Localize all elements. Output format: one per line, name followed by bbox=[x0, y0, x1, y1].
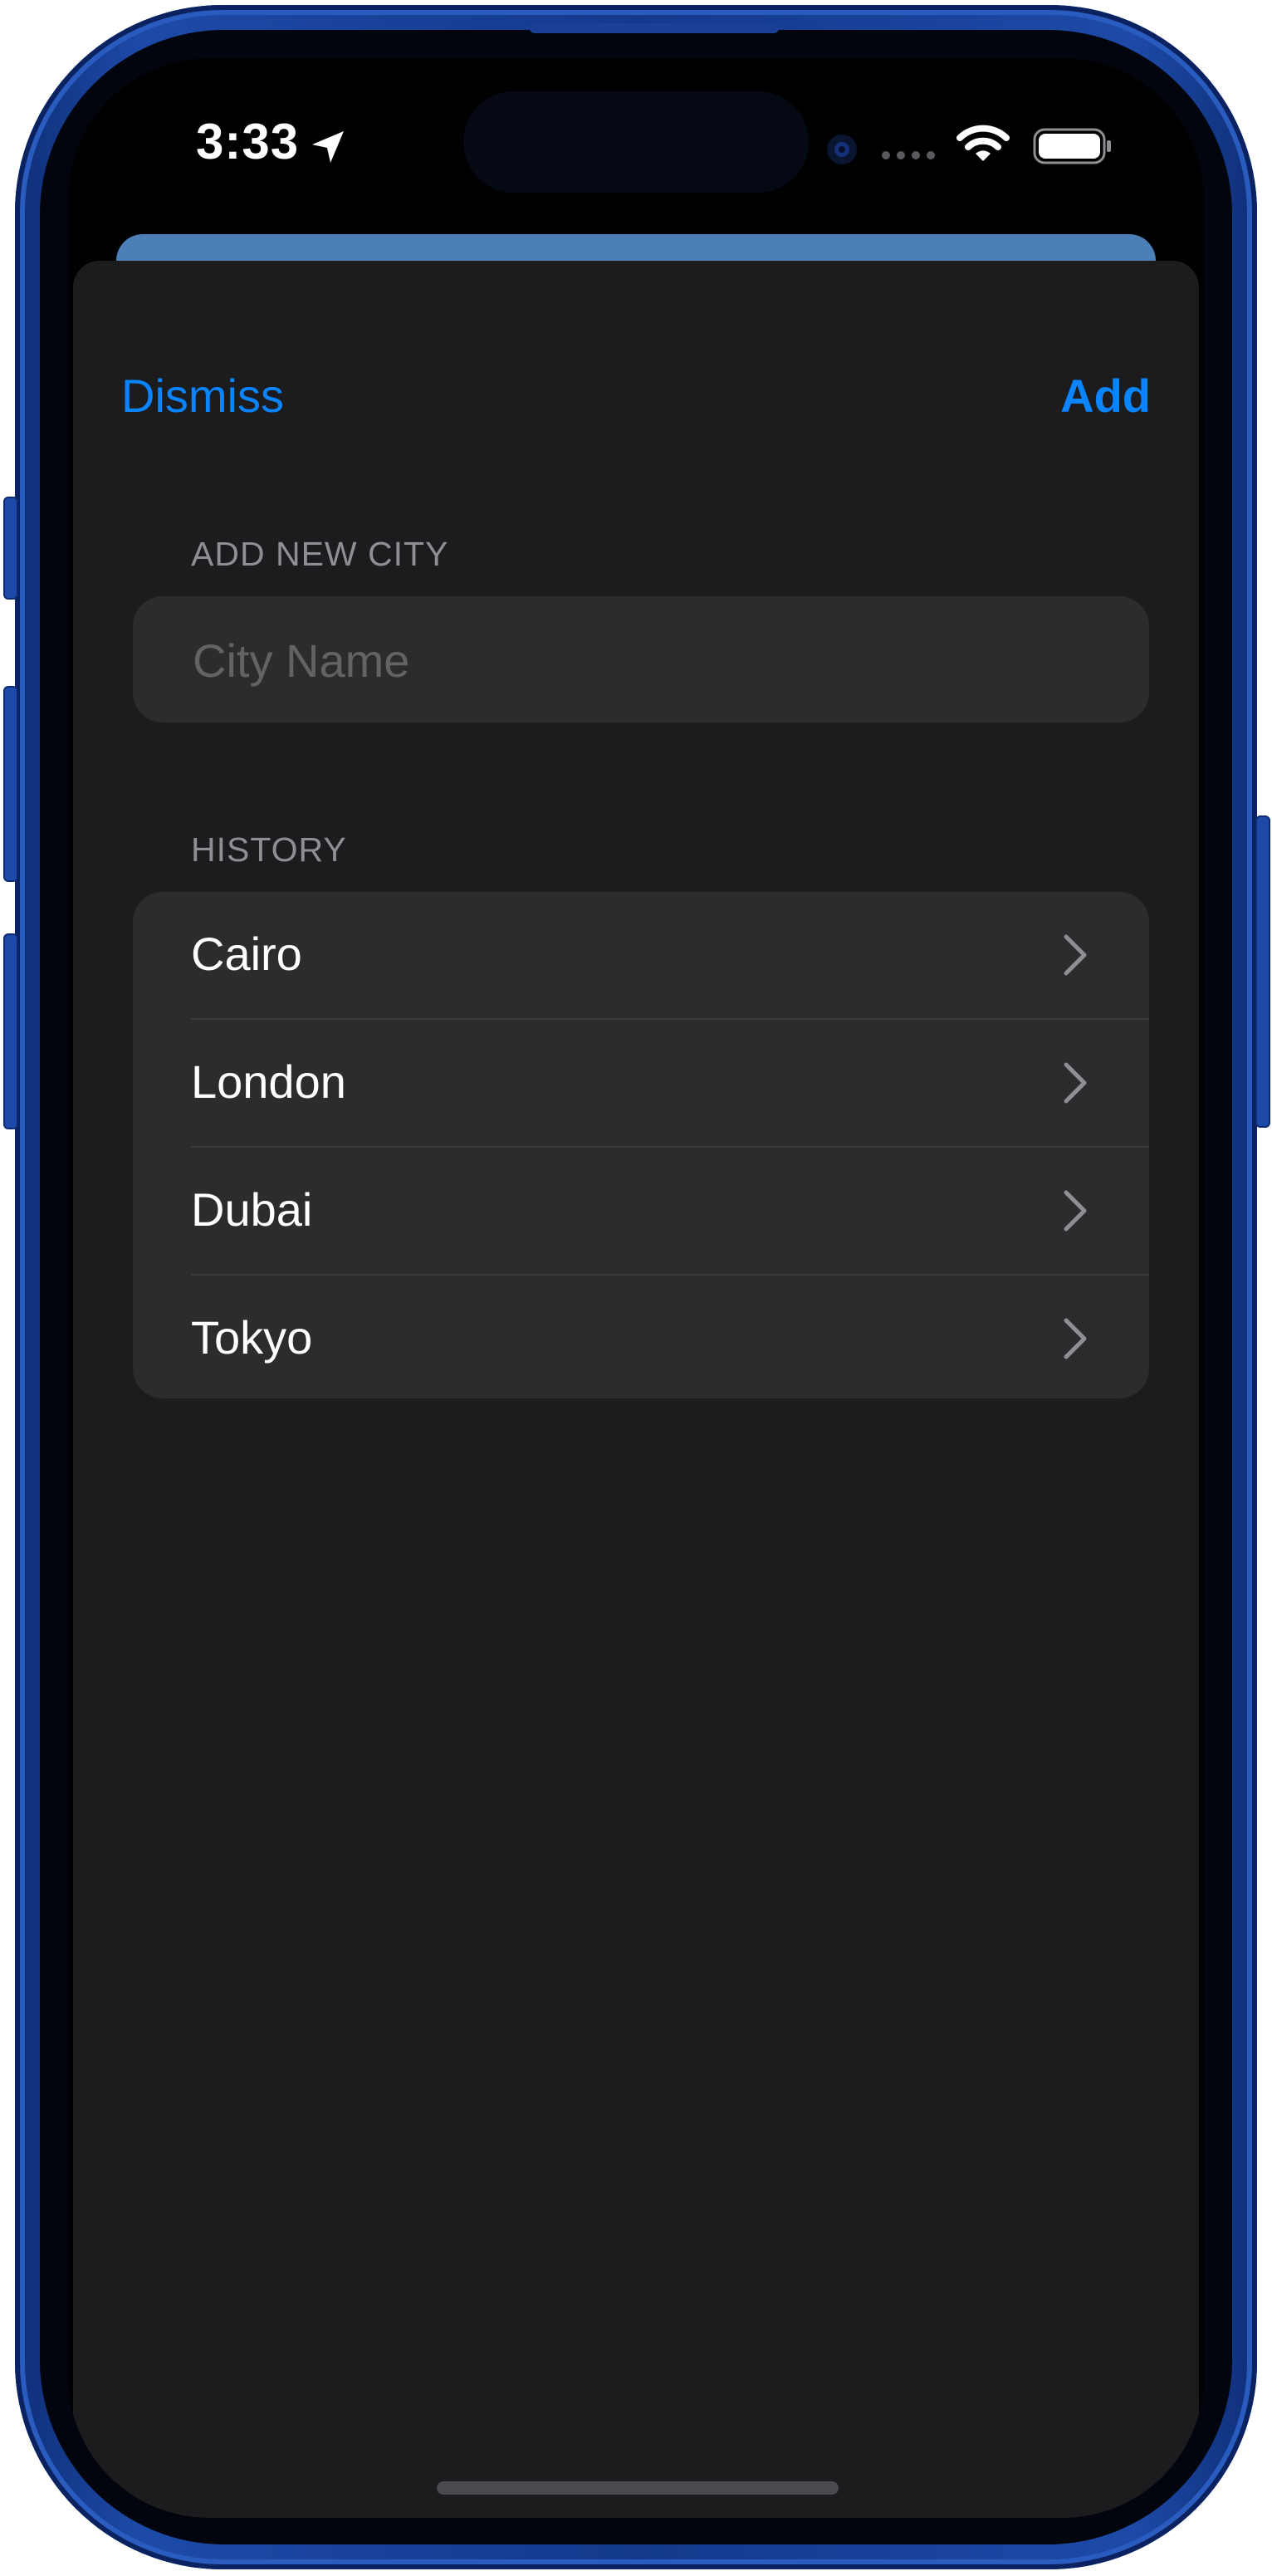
battery-full-icon bbox=[1033, 128, 1111, 164]
add-new-city-header: ADD NEW CITY bbox=[191, 535, 449, 573]
front-camera-icon bbox=[827, 135, 857, 164]
screen: 3:33 Dismiss Add ADD NEW CITY City Name … bbox=[68, 58, 1204, 2518]
volume-up-button bbox=[3, 686, 18, 882]
mute-switch bbox=[3, 497, 18, 600]
city-name-input[interactable] bbox=[191, 596, 1108, 724]
add-button[interactable]: Add bbox=[1060, 369, 1151, 423]
history-item-cairo[interactable]: Cairo bbox=[133, 892, 1149, 1018]
history-item-label: London bbox=[191, 1055, 346, 1108]
signal-strength-icon bbox=[882, 151, 935, 159]
history-item-label: Tokyo bbox=[191, 1311, 313, 1364]
history-item-label: Cairo bbox=[191, 928, 302, 980]
status-time: 3:33 bbox=[196, 114, 300, 169]
location-arrow-icon bbox=[312, 131, 344, 163]
home-indicator[interactable] bbox=[437, 2481, 839, 2495]
add-city-sheet: Dismiss Add ADD NEW CITY HISTORY Cairo L… bbox=[73, 261, 1199, 2518]
chevron-right-icon bbox=[1064, 1318, 1087, 1359]
history-header: HISTORY bbox=[191, 830, 347, 869]
dynamic-island bbox=[463, 91, 809, 193]
city-name-field-group bbox=[133, 596, 1149, 724]
history-item-label: Dubai bbox=[191, 1183, 313, 1236]
history-item-london[interactable]: London bbox=[191, 1018, 1149, 1146]
chevron-right-icon bbox=[1064, 1190, 1087, 1232]
history-item-tokyo[interactable]: Tokyo bbox=[191, 1274, 1149, 1398]
history-list: Cairo London Dubai Tokyo bbox=[133, 892, 1149, 1398]
wifi-icon bbox=[956, 125, 1010, 161]
power-button bbox=[1255, 815, 1270, 1128]
earpiece-speaker bbox=[530, 23, 779, 33]
history-item-dubai[interactable]: Dubai bbox=[191, 1146, 1149, 1274]
dismiss-button[interactable]: Dismiss bbox=[121, 369, 284, 423]
chevron-right-icon bbox=[1064, 1062, 1087, 1104]
chevron-right-icon bbox=[1064, 934, 1087, 976]
status-bar: 3:33 bbox=[68, 58, 1204, 233]
volume-down-button bbox=[3, 933, 18, 1129]
